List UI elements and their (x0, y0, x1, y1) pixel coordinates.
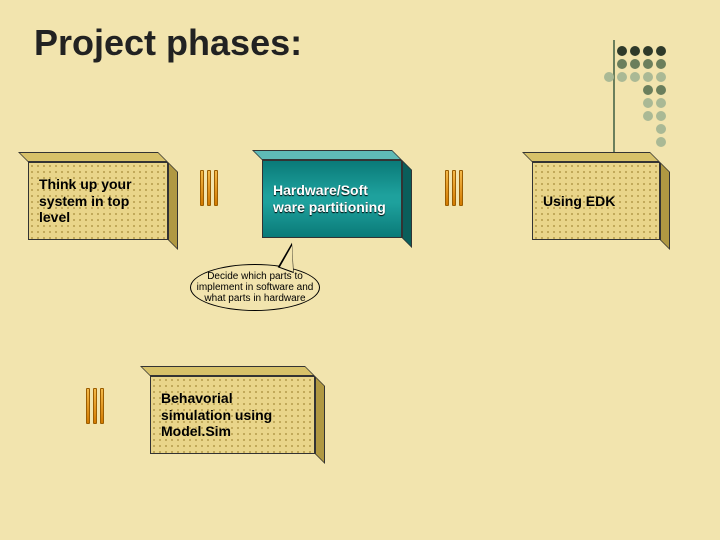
box-think-label: Think up your system in top level (28, 162, 168, 240)
callout-text: Decide which parts to implement in softw… (197, 271, 314, 304)
page-title: Project phases: (34, 22, 302, 64)
arrow-icon (445, 170, 463, 206)
box-partition-label: Hardware/Soft ware partitioning (262, 160, 402, 238)
arrow-icon (200, 170, 218, 206)
box-behavioral-label: Behavorial simulation using Model.Sim (150, 376, 315, 454)
box-edk-label: Using EDK (532, 162, 660, 240)
arrow-icon (86, 388, 104, 424)
callout-bubble: Decide which parts to implement in softw… (190, 264, 320, 311)
decorative-dots (604, 46, 666, 150)
